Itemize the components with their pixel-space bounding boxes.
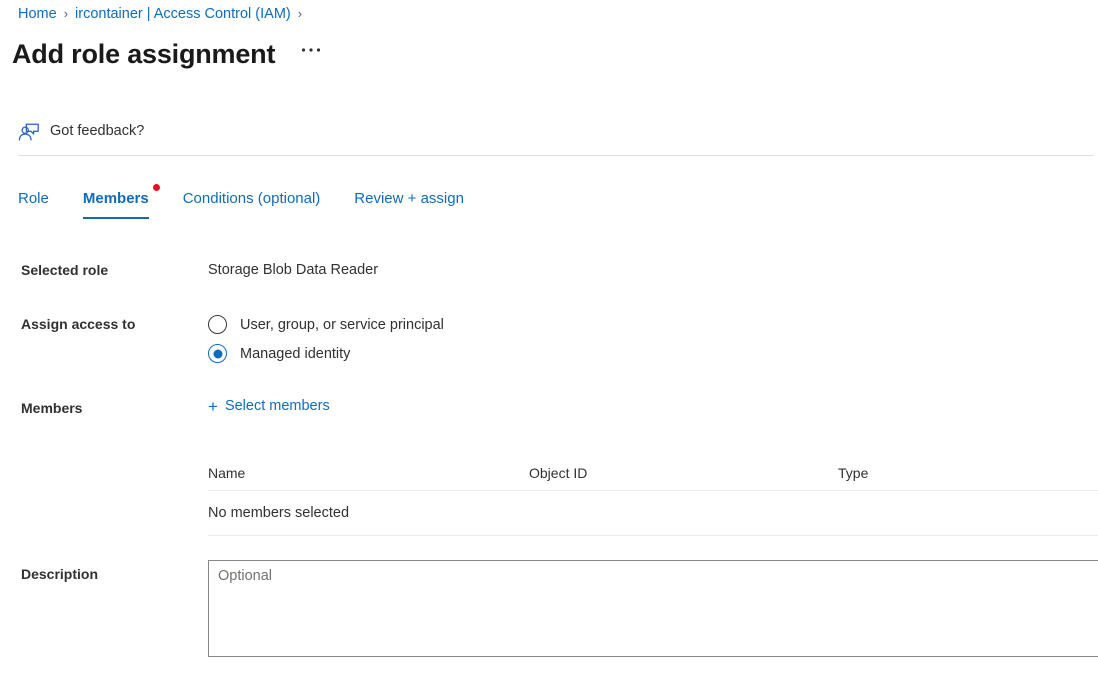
assign-access-to-radio-group: User, group, or service principal Manage… bbox=[208, 310, 444, 368]
description-label: Description bbox=[21, 564, 98, 584]
got-feedback-label: Got feedback? bbox=[50, 121, 144, 141]
members-table: Name Object ID Type No members selected bbox=[208, 455, 1098, 536]
tab-members-label: Members bbox=[83, 190, 149, 207]
column-header-type[interactable]: Type bbox=[838, 465, 1098, 481]
ellipsis-icon[interactable] bbox=[297, 40, 325, 68]
header-divider bbox=[18, 155, 1094, 156]
tab-review-assign-label: Review + assign bbox=[354, 190, 464, 207]
description-textarea[interactable] bbox=[208, 560, 1098, 657]
radio-managed-identity-label: Managed identity bbox=[240, 344, 350, 364]
radio-user-group-service-principal[interactable]: User, group, or service principal bbox=[208, 310, 444, 339]
radio-managed-identity[interactable]: Managed identity bbox=[208, 339, 444, 368]
title-row: Add role assignment bbox=[12, 36, 325, 72]
tab-role[interactable]: Role bbox=[18, 186, 49, 219]
plus-icon: + bbox=[208, 398, 218, 415]
assign-access-to-label: Assign access to bbox=[21, 314, 135, 334]
tab-conditions[interactable]: Conditions (optional) bbox=[183, 186, 321, 219]
select-members-button[interactable]: + Select members bbox=[208, 396, 330, 416]
breadcrumb-separator-icon-2: › bbox=[298, 4, 302, 24]
column-header-name[interactable]: Name bbox=[208, 465, 529, 481]
tab-members-alert-dot-icon bbox=[153, 184, 160, 191]
page-title: Add role assignment bbox=[12, 36, 275, 72]
breadcrumb-separator-icon: › bbox=[64, 4, 68, 24]
breadcrumb-item-home[interactable]: Home bbox=[18, 4, 57, 24]
selected-role-label: Selected role bbox=[21, 260, 108, 280]
breadcrumb: Home › ircontainer | Access Control (IAM… bbox=[18, 4, 309, 24]
column-header-object-id[interactable]: Object ID bbox=[529, 465, 838, 481]
tab-role-label: Role bbox=[18, 190, 49, 207]
tab-members[interactable]: Members bbox=[83, 186, 149, 219]
wizard-tabs: Role Members Conditions (optional) Revie… bbox=[18, 186, 498, 224]
members-label: Members bbox=[21, 398, 82, 418]
radio-mark-checked-icon bbox=[208, 344, 227, 363]
table-row: No members selected bbox=[208, 491, 1098, 536]
members-table-empty-message: No members selected bbox=[208, 505, 349, 521]
feedback-person-icon bbox=[18, 120, 40, 142]
tab-conditions-label: Conditions (optional) bbox=[183, 190, 321, 207]
breadcrumb-item-ircontainer-iam[interactable]: ircontainer | Access Control (IAM) bbox=[75, 4, 291, 24]
got-feedback-button[interactable]: Got feedback? bbox=[18, 118, 144, 144]
radio-user-group-service-principal-label: User, group, or service principal bbox=[240, 315, 444, 335]
tab-review-assign[interactable]: Review + assign bbox=[354, 186, 464, 219]
members-table-header: Name Object ID Type bbox=[208, 455, 1098, 491]
select-members-label: Select members bbox=[225, 396, 330, 416]
selected-role-value: Storage Blob Data Reader bbox=[208, 260, 378, 280]
radio-mark-unchecked-icon bbox=[208, 315, 227, 334]
